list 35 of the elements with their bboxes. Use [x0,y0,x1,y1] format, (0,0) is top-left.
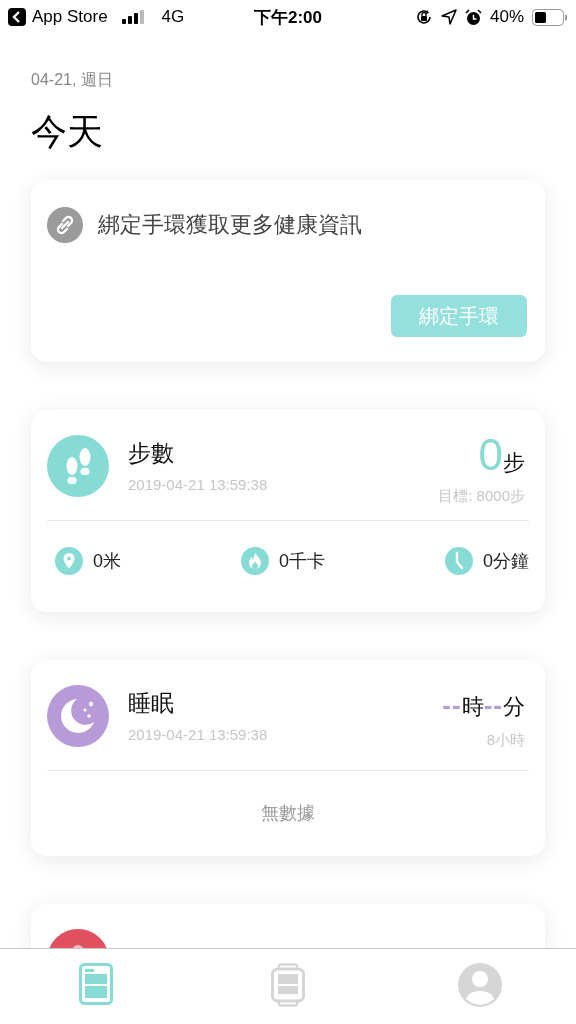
user-icon [458,963,502,1007]
page-title: 今天 [31,110,103,154]
clock-time: 下午2:00 [254,6,322,29]
back-icon[interactable] [8,8,26,26]
card-title: 睡眠 [128,689,175,718]
clock-icon [444,547,473,575]
metric-value: 0米 [93,550,121,573]
value-number: 0 [478,435,503,475]
moon-stars-icon [47,685,109,747]
timestamp: 2019-04-21 13:59:38 [128,726,269,743]
metric-value: 0分鐘 [482,550,529,573]
unit-label: 步 [503,449,525,477]
back-label[interactable]: App Store [32,7,108,27]
location-arrow-icon [440,9,457,25]
card-title: 步數 [128,439,175,468]
footprints-icon [47,435,109,497]
flame-icon [241,547,269,575]
link-icon [47,207,83,243]
watch-icon [271,963,305,1007]
date-label: 04-21, 週日 [31,70,113,90]
battery-percent: 40% [489,7,524,27]
dashboard-icon [79,963,113,1005]
hours-dashes: -- [442,689,462,722]
alarm-icon [464,8,482,26]
unit-label: 時 [461,693,484,721]
location-pin-icon [55,547,83,575]
unit-label: 分 [503,693,525,721]
minutes-dashes: -- [483,689,503,722]
no-data-label: 無數據 [260,802,316,825]
rotation-lock-icon [414,8,433,26]
metric-value: 0千卡 [279,550,325,573]
bind-message: 綁定手環獲取更多健康資訊 [98,211,362,239]
battery-icon [532,8,568,26]
timestamp: 2019-04-21 13:59:38 [128,476,269,493]
network-label: 4G [161,7,185,27]
